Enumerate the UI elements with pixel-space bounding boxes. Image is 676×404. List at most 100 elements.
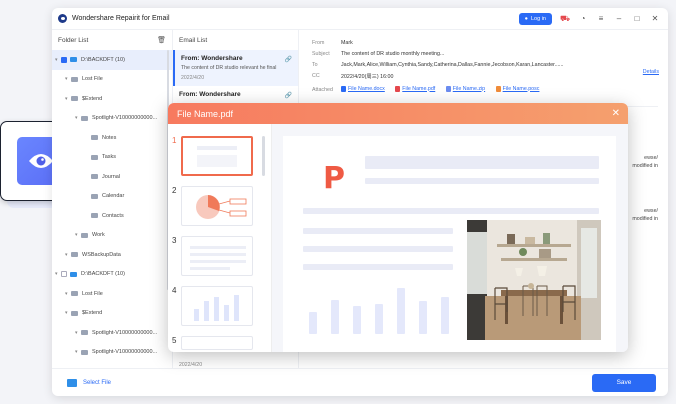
email-list-item[interactable]: From: Wondershare 🔗 (173, 86, 298, 103)
body-snippet: ewse/ (644, 208, 658, 214)
folder-tree-item[interactable]: ▾ $Extend (52, 89, 172, 109)
thumbnail (181, 136, 253, 176)
folder-tree-label: D:\BACKDFT (10) (81, 271, 125, 278)
headset-icon[interactable]: ◔ (578, 14, 588, 24)
folder-tree-item[interactable]: ▾ Lost File (52, 284, 172, 304)
chart-bar (331, 300, 339, 334)
folder-list-title: Folder List (58, 36, 89, 44)
details-link[interactable]: Details (643, 69, 659, 75)
folder-tree-item[interactable]: Contacts (52, 206, 172, 226)
folder-tree-label: Journal (102, 173, 121, 180)
email-list-item[interactable]: From: Wondershare The content of DR stud… (173, 50, 298, 86)
attachment-name: File Name.posc (502, 85, 540, 92)
attachment-posc[interactable]: File Name.posc (495, 85, 540, 92)
user-icon: ● (524, 15, 528, 22)
select-file-label: Select File (83, 379, 112, 386)
detail-to-row: To Jack,Mark,Alice,William,Cynthia,Sandy… (299, 59, 668, 70)
trash-icon[interactable]: 🗑 (157, 36, 166, 44)
folder-tree-item[interactable]: Journal (52, 167, 172, 187)
pdf-title: File Name.pdf (177, 108, 234, 119)
close-icon[interactable]: ✕ (612, 108, 620, 119)
folder-checkbox[interactable] (61, 271, 67, 278)
folder-icon (81, 330, 88, 336)
folder-icon (91, 135, 98, 141)
folder-tree-item[interactable]: ▾ D:\BACKDFT (10) (52, 265, 172, 285)
cart-icon[interactable]: ⛟ (560, 14, 570, 24)
chart-bar (375, 304, 383, 334)
folder-icon (70, 271, 77, 277)
detail-value: Mark (341, 39, 353, 46)
email-date: 2022/4/20 (181, 75, 205, 81)
email-from: From: Wondershare (181, 55, 243, 62)
docx-icon (341, 85, 346, 92)
folder-icon (71, 76, 78, 82)
zip-icon (445, 85, 451, 92)
folder-tree-label: $Extend (82, 95, 103, 102)
folder-icon (81, 115, 88, 121)
thumbnail-number: 3 (172, 236, 177, 245)
folder-icon (70, 57, 77, 63)
folder-checkbox[interactable] (61, 56, 67, 63)
detail-subject-row: Subject The content of DR studio monthly… (299, 48, 668, 59)
login-button[interactable]: ● Log in (518, 12, 552, 25)
detail-from-row: From Mark (299, 37, 668, 48)
thumbnail-number: 2 (172, 186, 177, 195)
thumbnail (181, 286, 253, 326)
folder-tree-item[interactable]: ▾ D:\BACKDFT (10) (52, 50, 172, 70)
email-from: From: Wondershare (179, 91, 241, 98)
attachment-name: File Name.zip (452, 85, 486, 92)
body-snippet: modified in (632, 216, 658, 222)
detail-label: To (312, 61, 318, 68)
folder-tree-item[interactable]: Calendar (52, 187, 172, 207)
detail-label: Attached (312, 86, 333, 93)
attachment-docx[interactable]: File Name.docx (341, 85, 385, 92)
thumbnail-number: 5 (172, 336, 177, 345)
attachment-pdf[interactable]: File Name.pdf (395, 85, 435, 92)
select-file-button[interactable]: Select File (67, 378, 112, 387)
pdf-page-area: P (272, 124, 628, 352)
folder-icon (91, 193, 98, 199)
login-label: Log in (531, 15, 546, 22)
folder-icon (91, 174, 98, 180)
title-bar: Wondershare Repairit for Email ● Log in … (52, 8, 668, 30)
folder-tree-label: Contacts (102, 212, 124, 219)
detail-cc-row: CC 2022/4/20(周三) 16:00 (299, 70, 668, 81)
text-line (303, 264, 453, 270)
detail-label: Subject (312, 50, 330, 57)
folder-tree-item[interactable]: ▾ Spotlight-V10000000000... (52, 109, 172, 129)
minimize-icon[interactable]: – (614, 14, 624, 24)
folder-tree-label: Spotlight-V10000000000... (92, 349, 158, 356)
folder-icon (81, 349, 88, 355)
thumbnails-scrollbar[interactable] (262, 136, 265, 176)
app-title: Wondershare Repairit for Email (72, 15, 170, 22)
folder-tree-label: Work (92, 232, 105, 239)
folder-icon (71, 291, 78, 297)
attachment-zip[interactable]: File Name.zip (445, 85, 486, 92)
attachment-icon: 🔗 (284, 57, 292, 63)
menu-icon[interactable]: ≡ (596, 14, 606, 24)
folder-tree-item[interactable]: ▾ Spotlight-V10000000000... (52, 323, 172, 343)
posc-icon (495, 85, 501, 92)
folder-tree-label: D:\BACKDFT (10) (81, 56, 125, 63)
folder-tree-label: Notes (102, 134, 117, 141)
folder-tree-item[interactable]: ▾ WSBackupData (52, 245, 172, 265)
folder-tree-label: $Extend (82, 310, 103, 317)
maximize-icon[interactable]: □ (632, 14, 642, 24)
close-icon[interactable]: ✕ (650, 14, 660, 24)
folder-tree: ▾ D:\BACKDFT (10) ▾ Lost File ▾ $Extend ▾ Spotl… (52, 50, 172, 362)
folder-tree-item[interactable]: ▾ Spotlight-V10000000000... (52, 343, 172, 363)
folder-icon (91, 213, 98, 219)
folder-tree-item[interactable]: ▾ Work (52, 226, 172, 246)
thumbnail-number: 4 (172, 286, 177, 295)
thumbnail (181, 236, 253, 276)
folder-tree-item[interactable]: Notes (52, 128, 172, 148)
chart-bar (353, 306, 361, 334)
save-button[interactable]: Save (592, 373, 656, 392)
pdf-icon (395, 85, 401, 92)
detail-value: 2022/4/20(周三) 16:00 (341, 73, 394, 80)
folder-tree-item[interactable]: ▾ $Extend (52, 304, 172, 324)
email-list-title: Email List (179, 36, 208, 44)
folder-tree-item[interactable]: ▾ Lost File (52, 70, 172, 90)
folder-tree-item[interactable]: Tasks (52, 148, 172, 168)
folder-tree-label: Lost File (82, 76, 103, 83)
